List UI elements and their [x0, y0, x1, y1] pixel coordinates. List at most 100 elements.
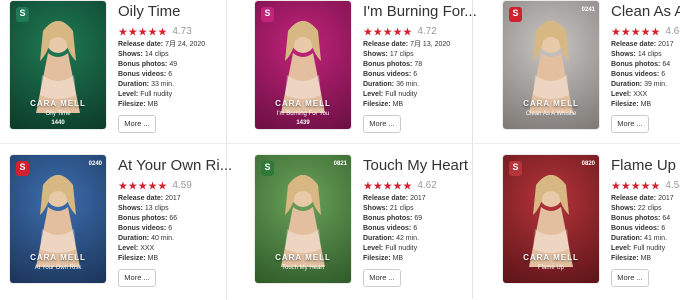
- model-name: CARA MELL: [30, 253, 86, 262]
- brand-logo-icon: S: [261, 7, 274, 22]
- filesize-row: Filesize: MB: [611, 255, 652, 262]
- scene-title[interactable]: At Your Own Ri...: [118, 157, 236, 174]
- brand-logo-icon: S: [261, 161, 274, 176]
- shows-row: Shows: 17 clips: [363, 51, 414, 58]
- scene-card: S 1440 CARA MELL Oily Time Oily Time ★★★…: [8, 1, 238, 146]
- scene-card: S 0240 CARA MELL At Your Own Risk At You…: [8, 155, 238, 300]
- scene-thumbnail[interactable]: S 0821 CARA MELL Touch My Heart: [255, 155, 351, 283]
- release-date-row: Release date: 7月 24, 2020: [118, 41, 206, 48]
- release-date-row: Release date: 2017: [363, 195, 426, 202]
- brand-logo-icon: S: [509, 7, 522, 22]
- bonus-photos-row: Bonus photos: 64: [611, 215, 671, 222]
- scene-number: 0820: [581, 161, 595, 167]
- scene-thumbnail[interactable]: S 1440 CARA MELL Oily Time: [10, 1, 106, 129]
- scene-number: 1440: [51, 120, 65, 126]
- model-name: CARA MELL: [523, 253, 579, 262]
- scene-number: 0821: [333, 161, 347, 167]
- rating: ★★★★★ 4.62: [363, 177, 437, 193]
- shows-row: Shows: 13 clips: [118, 205, 169, 212]
- model-silhouette: [529, 175, 573, 267]
- scene-subtitle: Touch My Heart: [281, 265, 324, 271]
- bonus-videos-row: Bonus videos: 6: [363, 225, 418, 232]
- duration-row: Duration: 36 min.: [363, 81, 420, 88]
- level-row: Level: XXX: [118, 245, 155, 252]
- scene-thumbnail[interactable]: S 0240 CARA MELL At Your Own Risk: [10, 155, 106, 283]
- scene-thumbnail[interactable]: S 1439 CARA MELL I'm Burning For You: [255, 1, 351, 129]
- bonus-videos-row: Bonus videos: 6: [118, 71, 173, 78]
- rating-score: 4.72: [417, 26, 437, 38]
- more-button[interactable]: More ...: [611, 115, 649, 133]
- rating-score: 4.66: [665, 26, 680, 38]
- scene-card: S 0820 CARA MELL Flame Up Flame Up ★★★★★…: [501, 155, 680, 300]
- rating-score: 4.54: [665, 180, 680, 192]
- level-row: Level: Full nudity: [363, 245, 418, 252]
- bonus-videos-row: Bonus videos: 6: [611, 71, 666, 78]
- star-rating-icon: ★★★★★: [363, 180, 413, 193]
- model-silhouette: [36, 21, 80, 113]
- release-date-row: Release date: 7月 13, 2020: [363, 41, 451, 48]
- model-silhouette: [281, 21, 325, 113]
- more-button[interactable]: More ...: [611, 269, 649, 287]
- rating: ★★★★★ 4.66: [611, 23, 680, 38]
- scene-number: 0240: [88, 161, 102, 167]
- release-date-row: Release date: 2017: [611, 195, 674, 202]
- shows-row: Shows: 14 clips: [118, 51, 169, 58]
- bonus-videos-row: Bonus videos: 6: [363, 71, 418, 78]
- scene-subtitle: Flame Up: [537, 265, 564, 271]
- scene-thumbnail[interactable]: S 0241 CARA MELL Clean As A Whistle: [503, 1, 599, 129]
- release-date-row: Release date: 2017: [611, 41, 674, 48]
- duration-row: Duration: 42 min.: [363, 235, 420, 242]
- bonus-photos-row: Bonus photos: 66: [118, 215, 178, 222]
- bonus-photos-row: Bonus photos: 49: [118, 61, 178, 68]
- shows-row: Shows: 14 clips: [611, 51, 662, 58]
- scene-card: S 0821 CARA MELL Touch My Heart Touch My…: [253, 155, 483, 300]
- release-date-row: Release date: 2017: [118, 195, 181, 202]
- level-row: Level: Full nudity: [611, 245, 666, 252]
- model-name: CARA MELL: [275, 99, 331, 108]
- scene-title[interactable]: Oily Time: [118, 3, 236, 20]
- bonus-videos-row: Bonus videos: 6: [611, 225, 666, 232]
- scene-details: Release date: 2017 Shows: 21 clips Bonus…: [363, 194, 483, 264]
- filesize-row: Filesize: MB: [363, 101, 404, 108]
- rating-score: 4.59: [172, 180, 192, 192]
- scene-number: 0241: [581, 7, 595, 13]
- rating: ★★★★★ 4.54: [611, 177, 680, 192]
- bonus-photos-row: Bonus photos: 69: [363, 215, 423, 222]
- scene-details: Release date: 7月 13, 2020 Shows: 17 clip…: [363, 40, 483, 110]
- bonus-videos-row: Bonus videos: 6: [118, 225, 173, 232]
- filesize-row: Filesize: MB: [363, 255, 404, 262]
- rating-score: 4.62: [417, 180, 437, 192]
- brand-logo-icon: S: [509, 161, 522, 176]
- duration-row: Duration: 41 min.: [611, 235, 668, 242]
- more-button[interactable]: More ...: [118, 269, 156, 287]
- more-button[interactable]: More ...: [363, 269, 401, 287]
- model-name: CARA MELL: [523, 99, 579, 108]
- scene-title[interactable]: Clean As A: [611, 3, 680, 20]
- scene-details: Release date: 2017 Shows: 14 clips Bonus…: [611, 40, 680, 110]
- scene-thumbnail[interactable]: S 0820 CARA MELL Flame Up: [503, 155, 599, 283]
- level-row: Level: Full nudity: [118, 91, 173, 98]
- scene-title[interactable]: Flame Up: [611, 157, 680, 174]
- more-button[interactable]: More ...: [118, 115, 156, 133]
- scene-title[interactable]: I'm Burning For...: [363, 3, 481, 20]
- level-row: Level: XXX: [611, 91, 648, 98]
- filesize-row: Filesize: MB: [118, 255, 159, 262]
- model-name: CARA MELL: [30, 99, 86, 108]
- duration-row: Duration: 33 min.: [118, 81, 175, 88]
- star-rating-icon: ★★★★★: [363, 26, 413, 39]
- level-row: Level: Full nudity: [363, 91, 418, 98]
- shows-row: Shows: 21 clips: [363, 205, 414, 212]
- brand-logo-icon: S: [16, 7, 29, 22]
- rating: ★★★★★ 4.59: [118, 177, 192, 193]
- more-button[interactable]: More ...: [363, 115, 401, 133]
- bonus-photos-row: Bonus photos: 78: [363, 61, 423, 68]
- scene-subtitle: At Your Own Risk: [34, 265, 82, 271]
- rating: ★★★★★ 4.73: [118, 23, 192, 38]
- scene-card: S 1439 CARA MELL I'm Burning For You I'm…: [253, 1, 483, 146]
- star-rating-icon: ★★★★★: [118, 180, 168, 193]
- scene-subtitle: Oily Time: [45, 111, 71, 117]
- scene-subtitle: Clean As A Whistle: [525, 111, 577, 117]
- brand-logo-icon: S: [16, 161, 29, 176]
- filesize-row: Filesize: MB: [118, 101, 159, 108]
- scene-title[interactable]: Touch My Heart: [363, 157, 481, 174]
